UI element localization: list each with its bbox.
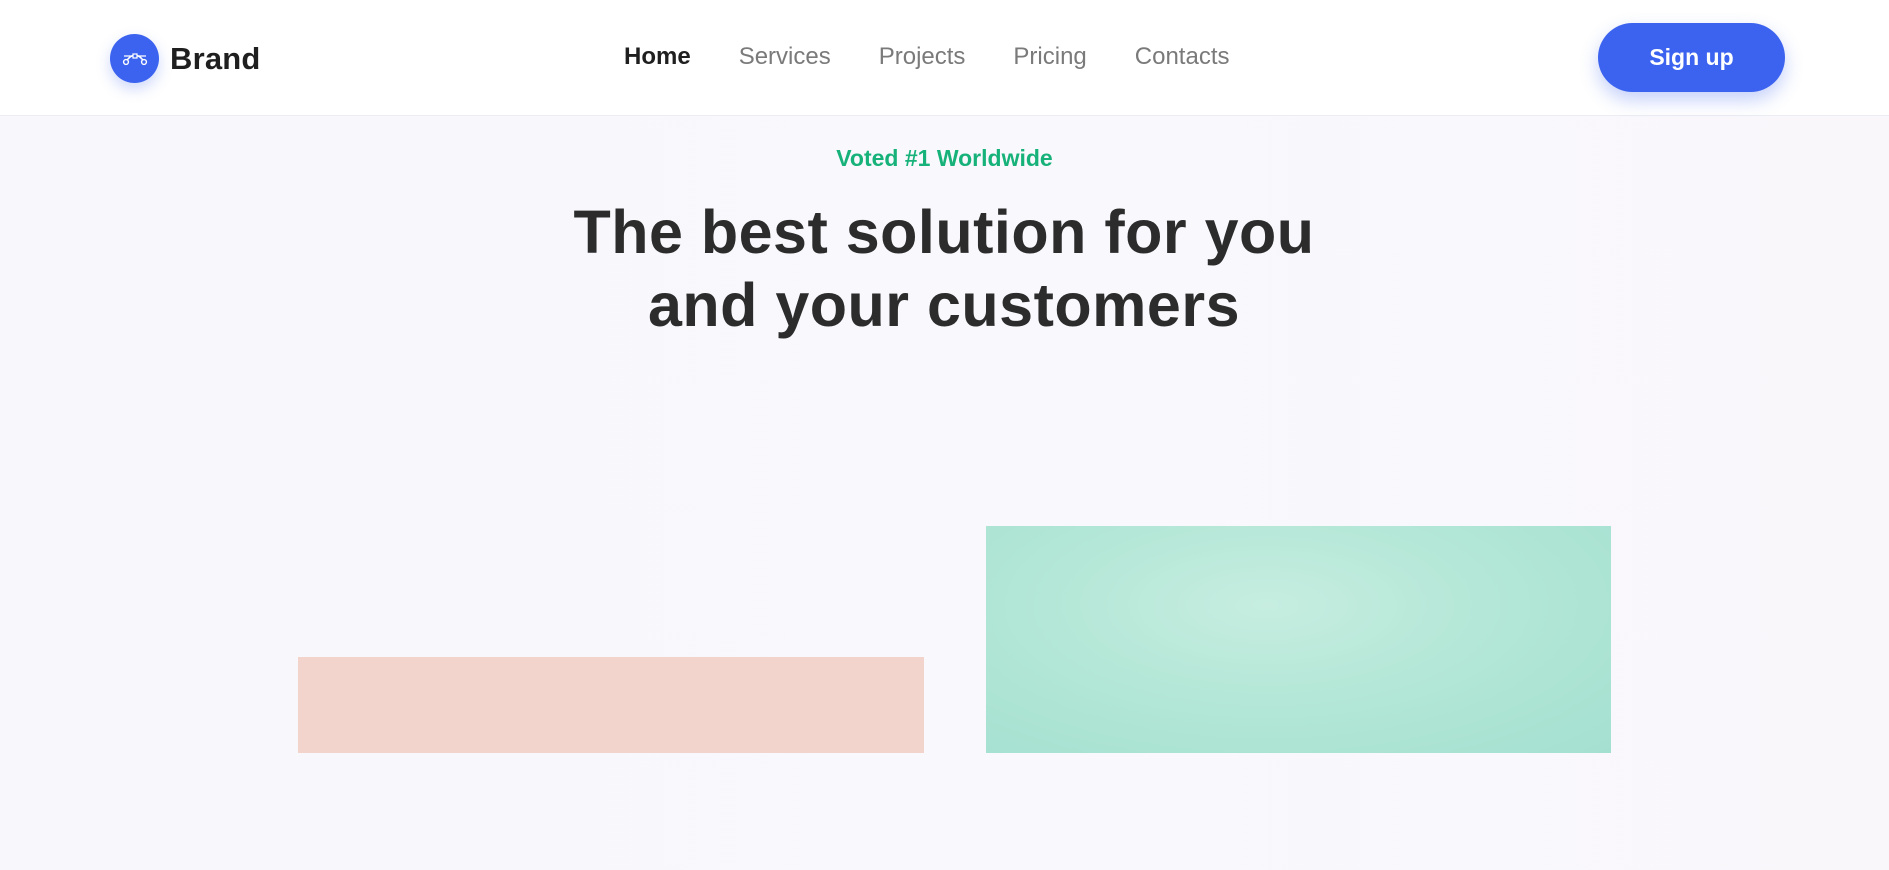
hero-eyebrow: Voted #1 Worldwide (836, 145, 1053, 171)
bezier-curve-icon (110, 34, 159, 83)
nav-link-services[interactable]: Services (739, 40, 831, 74)
brand-name: Brand (170, 40, 261, 76)
hero-headline: The best solution for you and your custo… (494, 196, 1394, 342)
brand-link[interactable]: Brand (110, 34, 261, 83)
signup-button[interactable]: Sign up (1598, 23, 1785, 92)
nav-link-home[interactable]: Home (624, 40, 691, 74)
main-nav: Home Services Projects Pricing Contacts (624, 40, 1278, 74)
navbar: Brand Home Services Projects Pricing Con… (0, 0, 1889, 116)
hero-headline-line1: The best solution for you (573, 198, 1315, 266)
hero-image-pink (298, 657, 924, 753)
nav-link-pricing[interactable]: Pricing (1013, 40, 1086, 74)
nav-link-projects[interactable]: Projects (879, 40, 966, 74)
nav-link-contacts[interactable]: Contacts (1135, 40, 1230, 74)
hero-image-mint (986, 526, 1611, 753)
hero-headline-line2: and your customers (647, 271, 1241, 339)
